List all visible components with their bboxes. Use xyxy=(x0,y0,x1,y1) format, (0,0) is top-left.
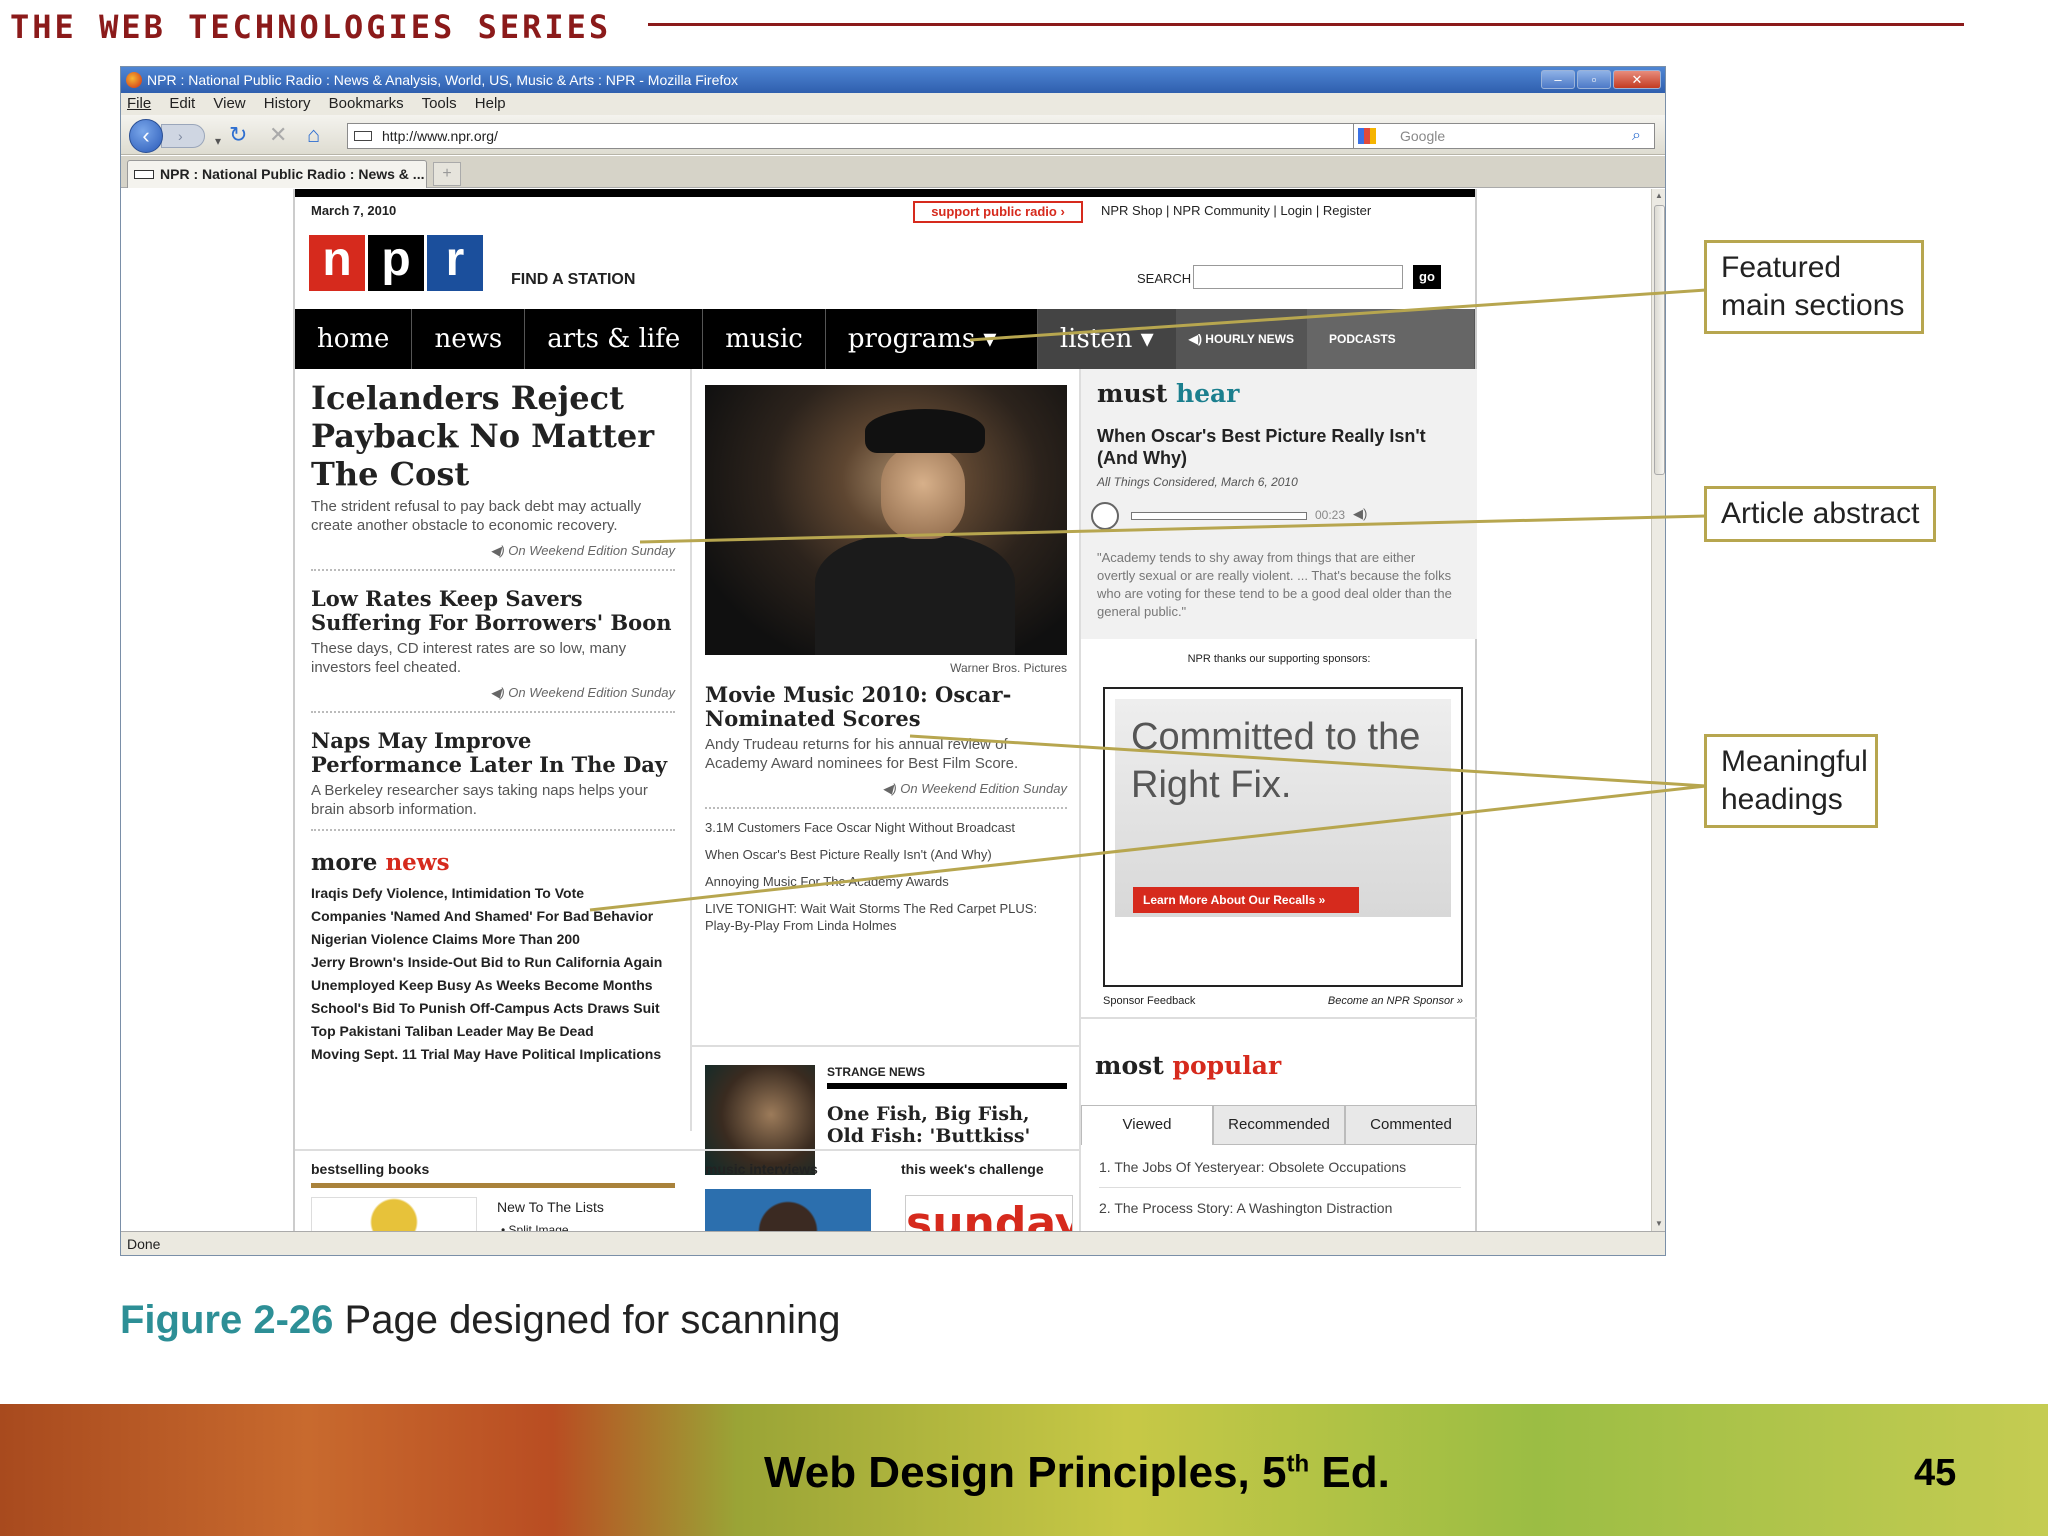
abstract-leader-line xyxy=(639,514,1707,544)
headings-leader-line-1 xyxy=(909,734,1707,788)
featured-leader-line xyxy=(969,288,1707,342)
page-number: 45 xyxy=(1914,1452,1957,1494)
caption-text: Page designed for scanning xyxy=(344,1298,841,1342)
footer-title-main: Web Design Principles, 5 xyxy=(764,1448,1287,1497)
figure-caption: Figure 2-26 Page designed for scanning xyxy=(120,1298,840,1343)
callout-abstract: Article abstract xyxy=(1704,486,1937,542)
footer-title-end: Ed. xyxy=(1309,1448,1390,1497)
headings-leader-line-2 xyxy=(589,784,1707,912)
callout-featured: Featured main sections xyxy=(1704,240,1924,334)
footer-title: Web Design Principles, 5th Ed. xyxy=(764,1448,1390,1498)
caption-number: Figure 2-26 xyxy=(120,1298,334,1342)
footer-title-sup: th xyxy=(1286,1450,1310,1478)
callout-headings: Meaningful headings xyxy=(1704,734,1878,828)
